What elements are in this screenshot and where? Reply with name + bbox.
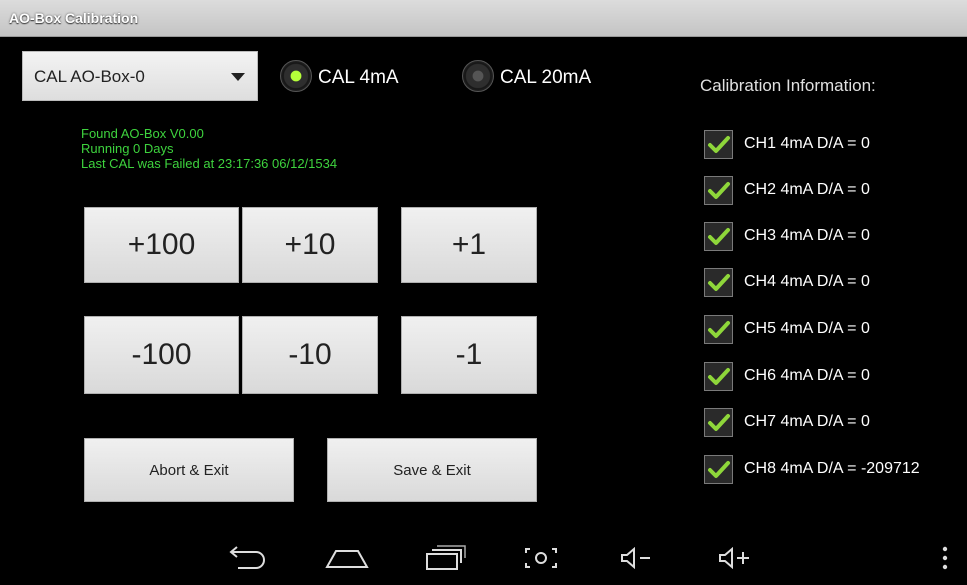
plus-100-button[interactable]: +100 — [84, 207, 239, 283]
channel-label: CH5 4mA D/A = 0 — [744, 320, 870, 337]
status-line-running: Running 0 Days — [81, 141, 174, 156]
status-line-last-cal: Last CAL was Failed at 23:17:36 06/12/15… — [81, 156, 338, 171]
chevron-down-icon — [231, 73, 245, 81]
recent-apps-icon[interactable] — [420, 531, 470, 585]
checkmark-icon — [704, 455, 733, 484]
status-block: Found AO-Box V0.00 Running 0 Days Last C… — [81, 126, 337, 171]
radio-cal-4ma-label: CAL 4mA — [318, 67, 399, 88]
checkmark-icon — [704, 362, 733, 391]
channel-label: CH3 4mA D/A = 0 — [744, 227, 870, 244]
system-nav-bar — [0, 531, 967, 585]
radio-unselected-icon — [462, 60, 494, 92]
minus-100-button[interactable]: -100 — [84, 316, 239, 394]
radio-cal-20ma-label: CAL 20mA — [500, 67, 592, 88]
abort-exit-button[interactable]: Abort & Exit — [84, 438, 294, 502]
status-line-version: Found AO-Box V0.00 — [81, 126, 204, 141]
checkmark-icon — [704, 130, 733, 159]
channel-label: CH8 4mA D/A = -209712 — [744, 460, 920, 477]
device-dropdown-value: CAL AO-Box-0 — [34, 67, 145, 86]
calibration-heading: Calibration Information: — [700, 76, 876, 95]
back-icon[interactable] — [222, 531, 272, 585]
plus-1-button[interactable]: +1 — [401, 207, 537, 283]
minus-1-button[interactable]: -1 — [401, 316, 537, 394]
volume-down-icon[interactable] — [612, 531, 662, 585]
checkmark-icon — [704, 408, 733, 437]
radio-selected-icon — [280, 60, 312, 92]
screenshot-icon[interactable] — [516, 531, 566, 585]
checkmark-icon — [704, 268, 733, 297]
checkmark-icon — [704, 315, 733, 344]
checkmark-icon — [704, 222, 733, 251]
channel-label: CH7 4mA D/A = 0 — [744, 413, 870, 430]
title-bar: AO-Box Calibration — [0, 0, 967, 37]
minus-10-button[interactable]: -10 — [242, 316, 378, 394]
channel-label: CH2 4mA D/A = 0 — [744, 181, 870, 198]
checkmark-icon — [704, 176, 733, 205]
overflow-menu-icon[interactable] — [930, 531, 960, 585]
channel-label: CH6 4mA D/A = 0 — [744, 367, 870, 384]
plus-10-button[interactable]: +10 — [242, 207, 378, 283]
volume-up-icon[interactable] — [710, 531, 760, 585]
device-dropdown[interactable]: CAL AO-Box-0 — [22, 51, 258, 101]
save-exit-button[interactable]: Save & Exit — [327, 438, 537, 502]
window-title: AO-Box Calibration — [9, 10, 139, 26]
channel-label: CH4 4mA D/A = 0 — [744, 273, 870, 290]
channel-label: CH1 4mA D/A = 0 — [744, 135, 870, 152]
home-icon[interactable] — [322, 531, 372, 585]
